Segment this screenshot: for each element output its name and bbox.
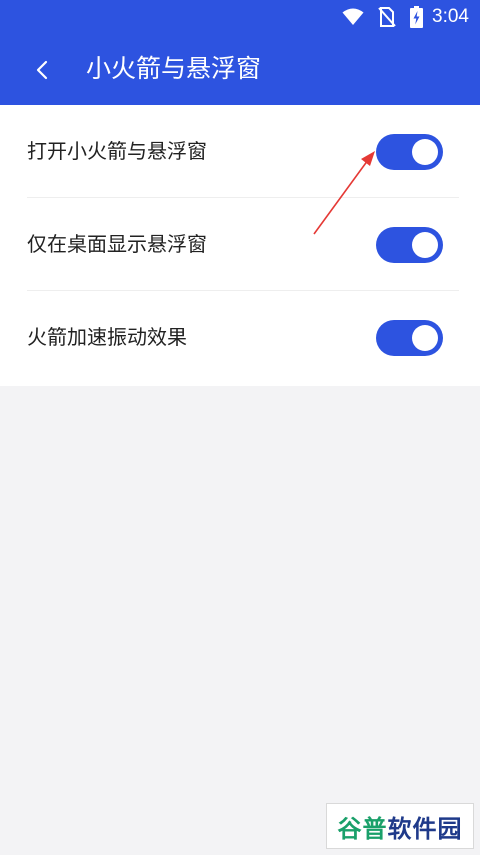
- settings-list: 打开小火箭与悬浮窗 仅在桌面显示悬浮窗 火箭加速振动效果: [0, 105, 480, 386]
- status-time: 3:04: [432, 6, 469, 27]
- setting-row-vibration[interactable]: 火箭加速振动效果: [0, 291, 480, 384]
- toggle-knob: [412, 139, 438, 165]
- no-sim-icon: [378, 7, 396, 27]
- setting-label: 火箭加速振动效果: [27, 325, 187, 349]
- toggle-desktop-only[interactable]: [376, 227, 443, 263]
- status-bar: 3:04: [0, 0, 480, 34]
- toggle-knob: [412, 325, 438, 351]
- battery-charging-icon: [410, 6, 424, 28]
- back-button[interactable]: [24, 54, 58, 86]
- setting-row-desktop-only[interactable]: 仅在桌面显示悬浮窗: [0, 198, 480, 291]
- watermark-logo: 谷普 软件园: [326, 803, 474, 849]
- header: 3:04 小火箭与悬浮窗: [0, 0, 480, 105]
- toggle-knob: [412, 232, 438, 258]
- setting-label: 仅在桌面显示悬浮窗: [27, 232, 207, 256]
- toggle-floating-window[interactable]: [376, 134, 443, 170]
- app-bar: 小火箭与悬浮窗: [0, 34, 480, 105]
- setting-label: 打开小火箭与悬浮窗: [27, 139, 207, 163]
- setting-row-floating-window[interactable]: 打开小火箭与悬浮窗: [0, 105, 480, 198]
- wifi-icon: [342, 8, 364, 26]
- toggle-vibration[interactable]: [376, 320, 443, 356]
- page-title: 小火箭与悬浮窗: [86, 54, 262, 83]
- chevron-left-icon: [24, 54, 58, 86]
